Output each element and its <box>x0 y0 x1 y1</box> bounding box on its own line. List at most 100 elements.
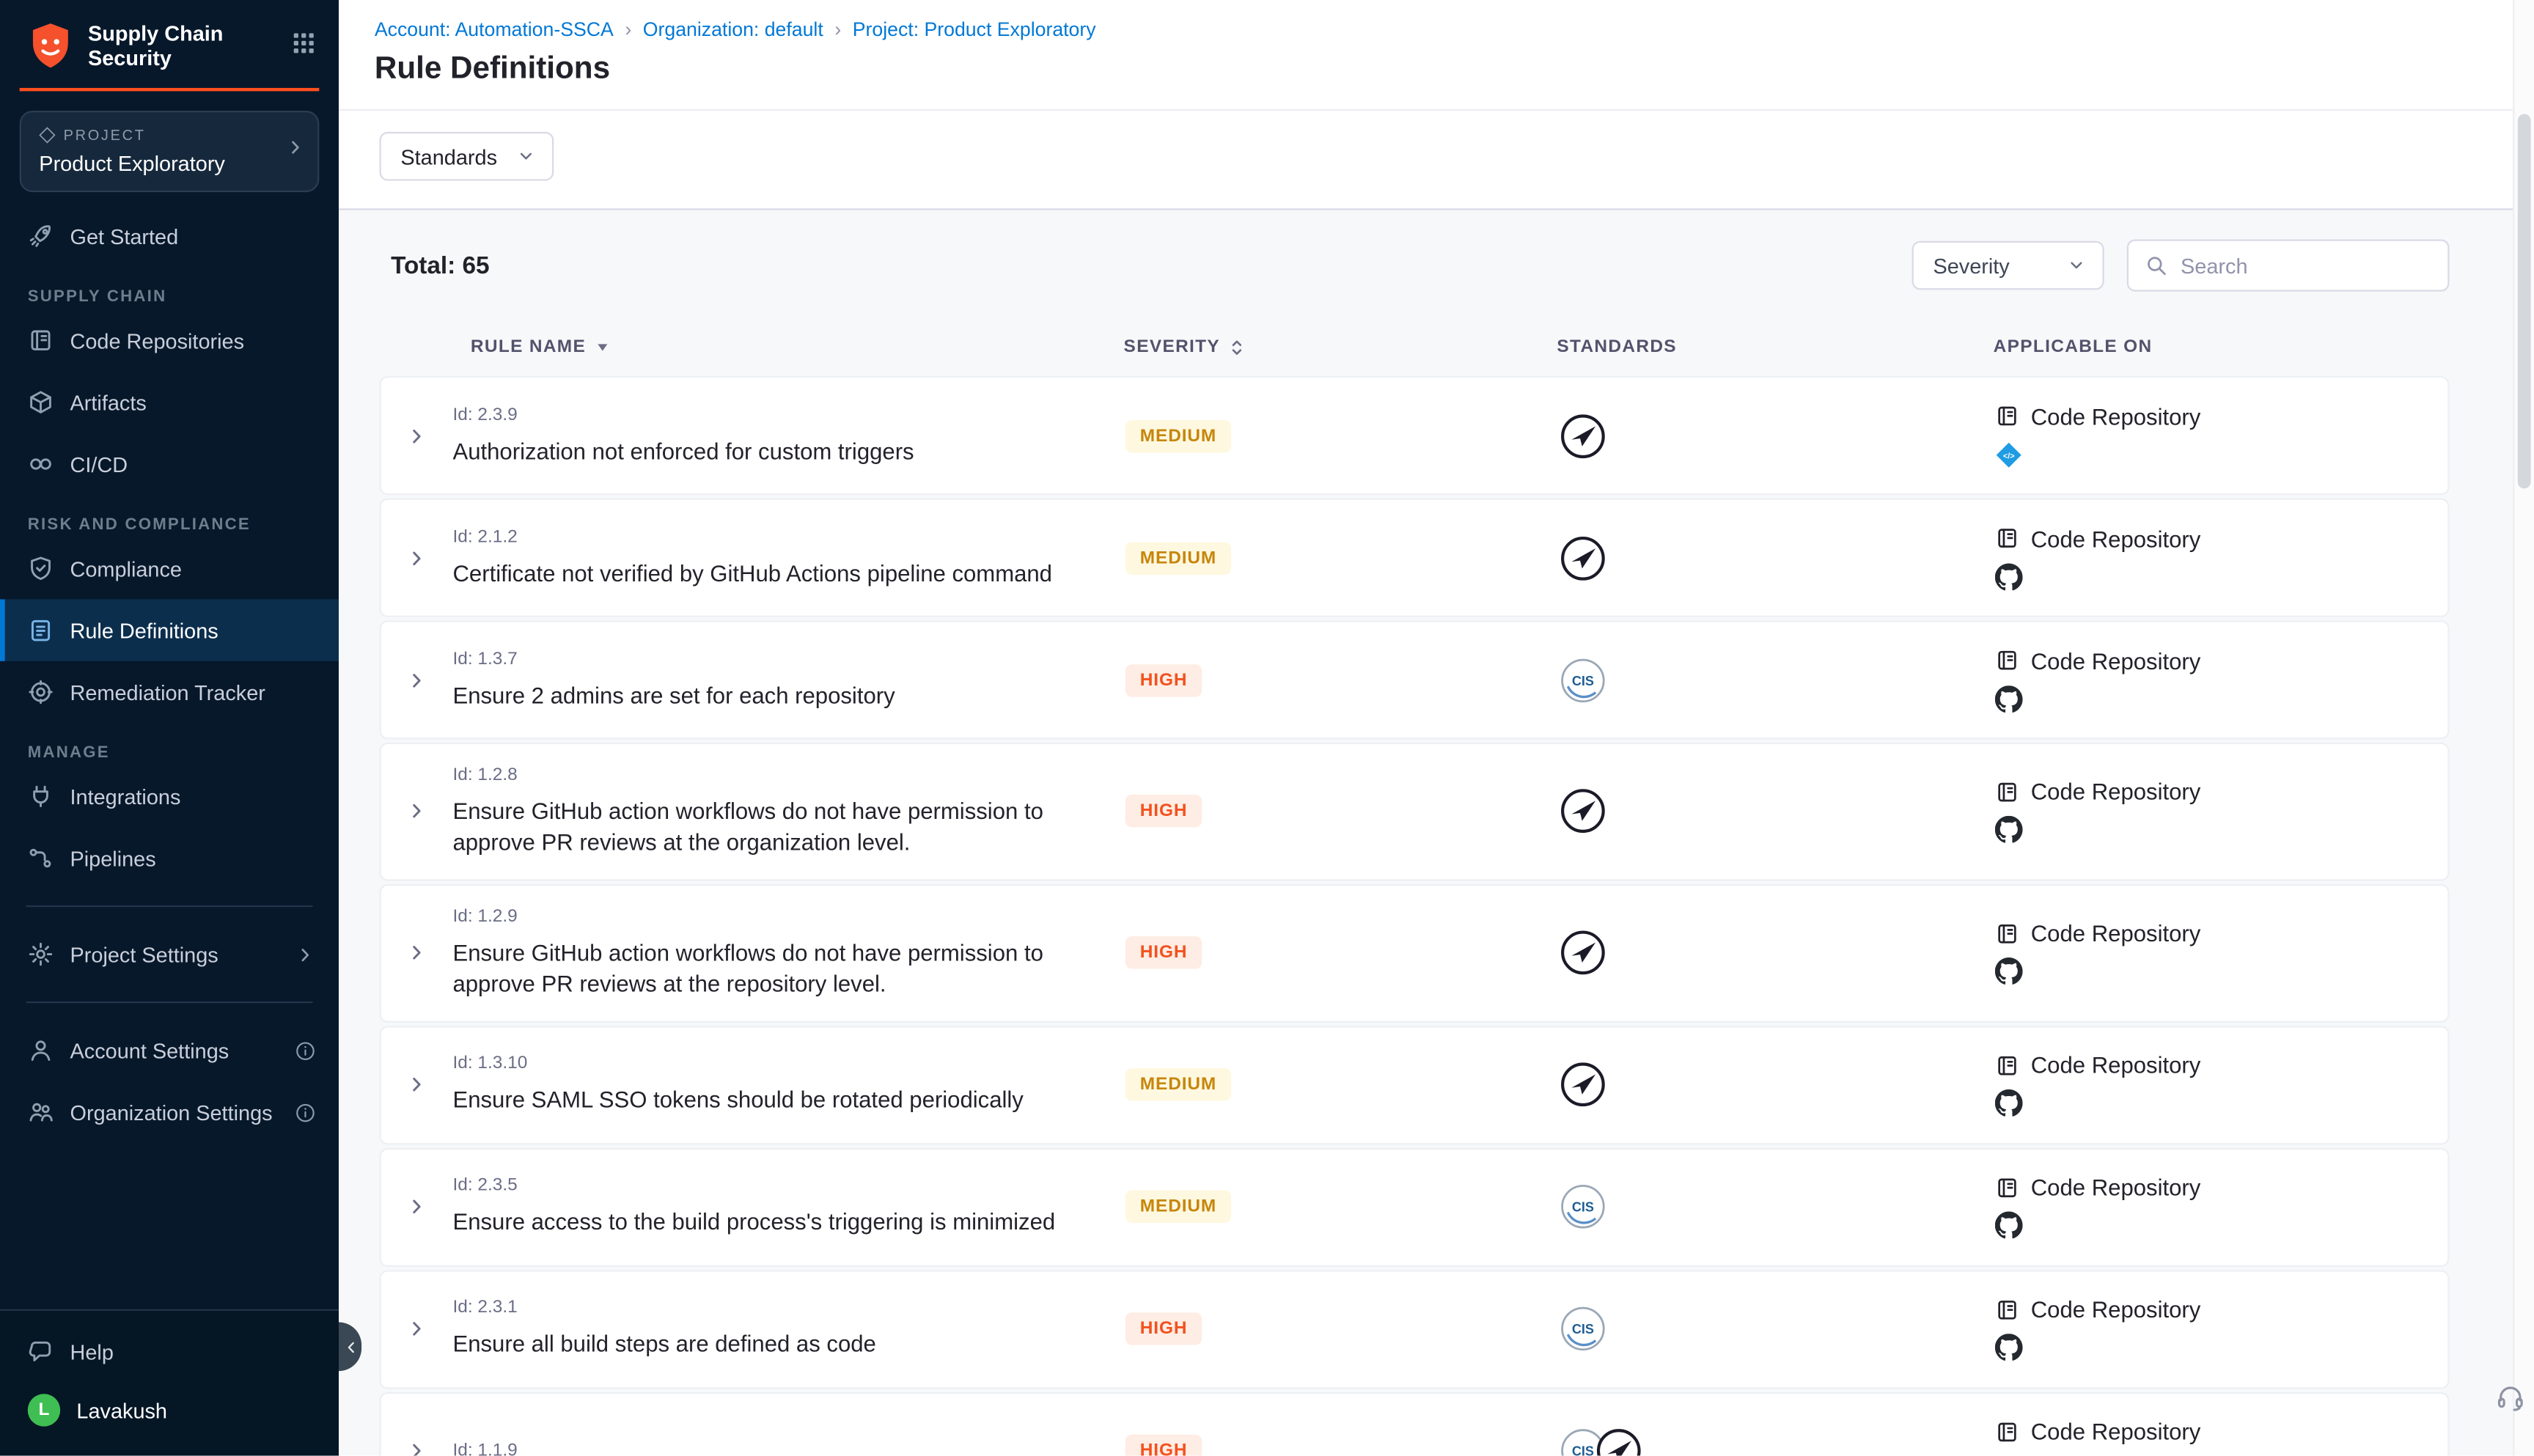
sidebar-item-account-settings[interactable]: Account Settings <box>0 1019 339 1081</box>
search-icon <box>2145 254 2167 276</box>
standard-icon-plane <box>1594 1427 1643 1456</box>
row-expand-button[interactable] <box>381 669 453 691</box>
chevron-right-icon <box>285 137 306 166</box>
column-label: RULE NAME <box>471 337 586 357</box>
table-row[interactable]: Id: 1.2.8Ensure GitHub action workflows … <box>380 743 2450 880</box>
applicable-on-cell: Code Repository <box>1951 1296 2447 1361</box>
applicable-on-label: Code Repository <box>2031 1419 2201 1445</box>
people-icon <box>28 1099 54 1125</box>
breadcrumb-account-link[interactable]: Account: Automation-SSCA <box>375 18 614 40</box>
rocket-icon <box>28 223 54 249</box>
sidebar-item-code-repositories[interactable]: Code Repositories <box>0 309 339 371</box>
avatar: L <box>28 1394 60 1426</box>
breadcrumb-project-link[interactable]: Project: Product Exploratory <box>853 18 1096 40</box>
column-header-severity[interactable]: SEVERITY <box>1103 337 1513 357</box>
applicable-on-label: Code Repository <box>2031 525 2201 551</box>
sidebar-item-rule-definitions[interactable]: Rule Definitions <box>0 599 339 661</box>
sidebar-item-get-started[interactable]: Get Started <box>0 205 339 267</box>
user-menu-lavakush[interactable]: LLavakush <box>0 1380 339 1439</box>
standards-dropdown-label: Standards <box>400 144 497 169</box>
table-row[interactable]: Id: 1.1.9HIGHCode Repository <box>380 1391 2450 1456</box>
source-icon-github <box>1995 957 2447 985</box>
severity-badge: MEDIUM <box>1125 419 1231 452</box>
standard-icon-plane <box>1559 928 1608 977</box>
project-selector[interactable]: PROJECT Product Exploratory <box>20 111 320 192</box>
rule-name: Ensure 2 admins are set for each reposit… <box>452 680 1103 710</box>
rule-name-cell: Id: 2.3.5Ensure access to the build proc… <box>452 1176 1103 1238</box>
breadcrumb-organization-link[interactable]: Organization: default <box>643 18 823 40</box>
row-expand-button[interactable] <box>381 1440 453 1456</box>
sidebar-item-artifacts[interactable]: Artifacts <box>0 371 339 433</box>
vertical-scrollbar[interactable] <box>2513 0 2534 1456</box>
standards-dropdown[interactable]: Standards <box>380 132 554 181</box>
severity-cell: MEDIUM <box>1104 542 1515 574</box>
sidebar-item-label: Account Settings <box>70 1038 229 1062</box>
cicd-icon <box>28 451 54 477</box>
rule-name-cell: Id: 1.1.9 <box>452 1441 1103 1456</box>
row-expand-button[interactable] <box>381 546 453 569</box>
sidebar-item-help[interactable]: Help <box>0 1323 339 1381</box>
breadcrumb: Account: Automation-SSCA › Organization:… <box>375 18 2477 40</box>
pipeline-icon <box>28 845 54 872</box>
severity-dropdown-label: Severity <box>1933 253 2009 277</box>
applicable-on-label: Code Repository <box>2031 779 2201 806</box>
table-row[interactable]: Id: 2.1.2Certificate not verified by Git… <box>380 499 2450 617</box>
chevron-right-icon <box>405 669 428 691</box>
table-row[interactable]: Id: 2.3.9Authorization not enforced for … <box>380 376 2450 495</box>
standards-cell <box>1515 655 1951 705</box>
sidebar-item-remediation-tracker[interactable]: Remediation Tracker <box>0 661 339 723</box>
standard-icon-plane <box>1559 533 1608 582</box>
project-label-text: PROJECT <box>64 127 146 143</box>
applicable-on-label: Code Repository <box>2031 1052 2201 1078</box>
table-row[interactable]: Id: 1.3.10Ensure SAML SSO tokens should … <box>380 1025 2450 1144</box>
severity-cell: HIGH <box>1104 937 1515 969</box>
search-input[interactable] <box>2181 253 2431 277</box>
chevron-right-icon <box>405 1195 428 1218</box>
severity-badge: MEDIUM <box>1125 1068 1231 1100</box>
sidebar-item-label: Pipelines <box>70 846 156 870</box>
grid-icon <box>292 31 316 55</box>
sidebar-item-pipelines[interactable]: Pipelines <box>0 827 339 889</box>
module-switcher-button[interactable] <box>292 21 316 64</box>
table-row[interactable]: Id: 1.3.7Ensure 2 admins are set for eac… <box>380 620 2450 739</box>
nav-divider <box>26 1001 313 1003</box>
brand-title-line2: Security <box>88 45 223 70</box>
row-expand-button[interactable] <box>381 1317 453 1340</box>
scrollbar-thumb[interactable] <box>2518 114 2531 488</box>
code-repository-icon <box>1995 1297 2019 1321</box>
sidebar-item-ci-cd[interactable]: CI/CD <box>0 433 339 495</box>
sidebar-item-integrations[interactable]: Integrations <box>0 765 339 827</box>
source-icon-github <box>1995 562 2447 590</box>
sidebar-item-compliance[interactable]: Compliance <box>0 537 339 599</box>
gear-icon <box>28 941 54 968</box>
chevron-right-icon <box>405 1317 428 1340</box>
nav-section-label-manage: MANAGE <box>0 744 339 762</box>
sidebar-item-label: Remediation Tracker <box>70 680 265 704</box>
standard-icon-cis <box>1559 1183 1608 1232</box>
chevron-down-icon <box>2067 256 2087 276</box>
standards-cell <box>1515 787 1951 837</box>
chevron-right-icon <box>405 1073 428 1096</box>
rules-table-body: Id: 2.3.9Authorization not enforced for … <box>380 376 2450 1456</box>
sidebar-item-project-settings[interactable]: Project Settings <box>0 923 339 985</box>
rule-name-cell: Id: 1.2.9Ensure GitHub action workflows … <box>452 907 1103 999</box>
row-expand-button[interactable] <box>381 800 453 823</box>
table-row[interactable]: Id: 1.2.9Ensure GitHub action workflows … <box>380 884 2450 1022</box>
severity-filter-dropdown[interactable]: Severity <box>1912 241 2104 290</box>
sidebar-item-organization-settings[interactable]: Organization Settings <box>0 1081 339 1143</box>
sidebar-item-label: Integrations <box>70 784 181 808</box>
table-row[interactable]: Id: 2.3.1Ensure all build steps are defi… <box>380 1269 2450 1388</box>
rule-name-cell: Id: 1.3.10Ensure SAML SSO tokens should … <box>452 1054 1103 1115</box>
person-icon <box>28 1037 54 1064</box>
severity-cell: HIGH <box>1104 663 1515 696</box>
row-expand-button[interactable] <box>381 1073 453 1096</box>
app-root: Supply Chain Security PROJECT Product Ex… <box>0 0 2534 1456</box>
column-header-rule-name[interactable]: RULE NAME <box>451 337 1102 357</box>
support-widget-button[interactable] <box>2495 1380 2526 1419</box>
project-name: Product Exploratory <box>39 152 279 176</box>
table-row[interactable]: Id: 2.3.5Ensure access to the build proc… <box>380 1147 2450 1266</box>
row-expand-button[interactable] <box>381 1195 453 1218</box>
row-expand-button[interactable] <box>381 424 453 447</box>
row-expand-button[interactable] <box>381 941 453 964</box>
severity-badge: MEDIUM <box>1125 1191 1231 1223</box>
